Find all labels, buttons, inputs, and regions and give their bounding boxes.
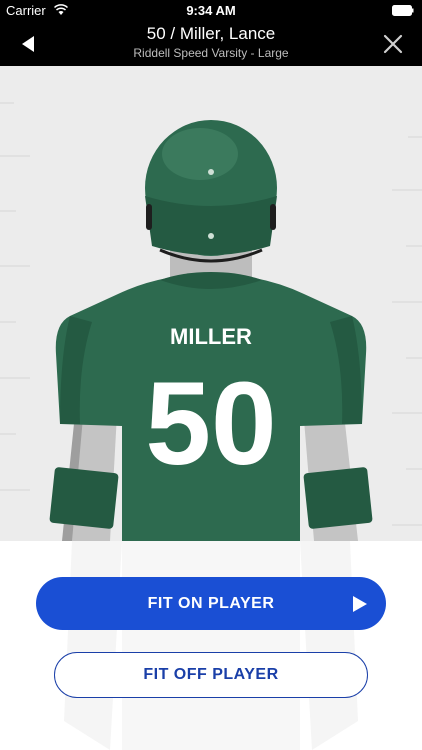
fit-on-player-label: FIT ON PLAYER — [147, 594, 275, 612]
battery-icon — [392, 5, 414, 16]
close-icon[interactable] — [378, 29, 408, 59]
jersey-number: 50 — [145, 358, 276, 490]
fit-off-player-label: FIT OFF PLAYER — [143, 666, 279, 683]
jersey-name: MILLER — [170, 324, 252, 349]
play-icon — [353, 596, 367, 612]
nav-header: 50 / Miller, Lance Riddell Speed Varsity… — [0, 22, 422, 66]
player-silhouette — [64, 541, 358, 750]
bottom-panel — [0, 541, 422, 750]
fit-off-player-button[interactable]: FIT OFF PLAYER — [54, 652, 368, 698]
player-illustration: MILLER 50 — [0, 102, 422, 541]
player-figure-area: MILLER 50 — [0, 66, 422, 541]
back-arrow-icon[interactable] — [14, 29, 44, 59]
status-time: 9:34 AM — [186, 3, 236, 18]
page-title: 50 / Miller, Lance — [146, 24, 276, 43]
fit-on-player-button[interactable]: FIT ON PLAYER — [36, 577, 386, 630]
status-bar: Carrier 9:34 AM — [0, 0, 422, 22]
page-subtitle: Riddell Speed Varsity - Large — [133, 46, 289, 60]
